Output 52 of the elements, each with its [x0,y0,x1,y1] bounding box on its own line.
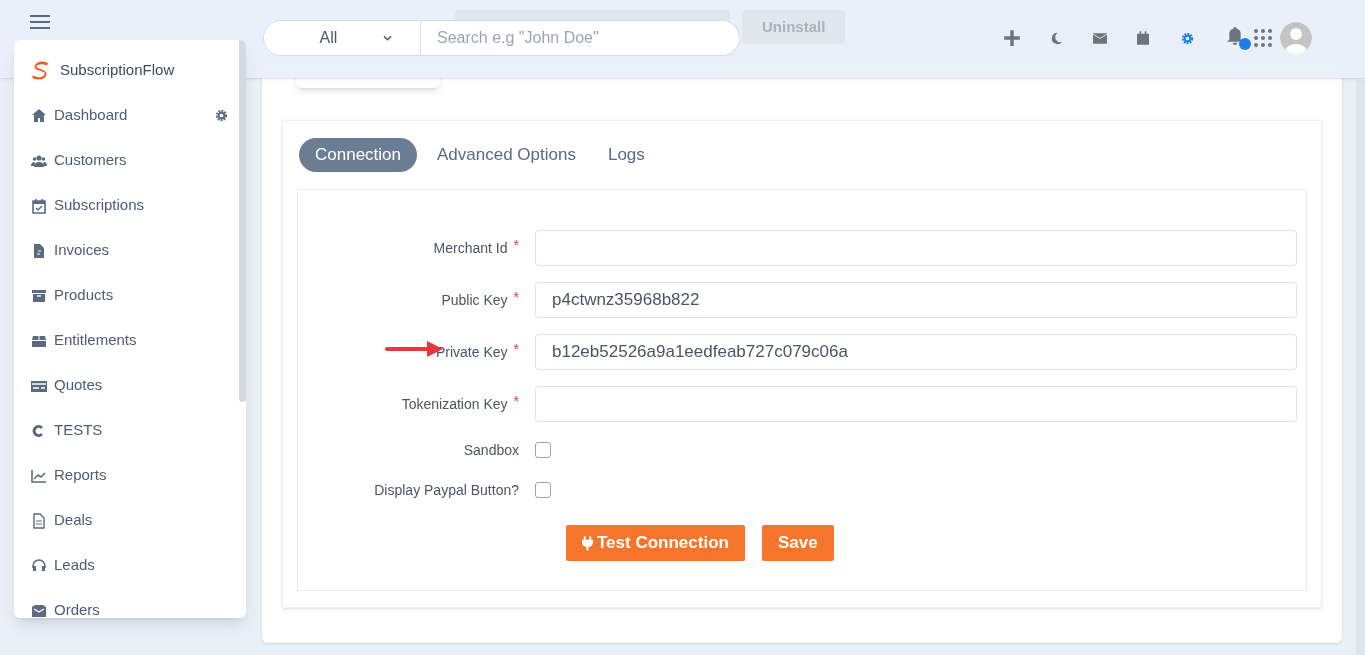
sidebar-item[interactable]: Dashboard [14,93,215,138]
field-label: Public Key [441,290,508,310]
scrollbar-thumb[interactable] [239,40,246,402]
sidebar-item[interactable]: Reports [14,453,228,498]
house-icon [30,107,48,124]
required-asterisk: * [513,341,519,356]
calendar-icon[interactable] [1137,31,1149,45]
calendar-check-icon [30,197,48,214]
tab[interactable]: Connection [299,138,417,172]
line-chart-icon [30,467,48,484]
apps-grid-icon[interactable] [1254,29,1272,47]
checkbox[interactable] [535,442,551,458]
sidebar-item[interactable]: Invoices [14,228,228,273]
sidebar-item[interactable]: Products [14,273,228,318]
field-label: Private Key [435,342,508,362]
tab[interactable]: Advanced Options [425,138,588,172]
brand-name: SubscriptionFlow [60,59,175,80]
archive-box-icon [30,287,48,304]
sidebar-item[interactable]: Orders [14,588,228,618]
envelope-icon[interactable] [1093,32,1107,44]
chevron-down-icon [383,35,393,41]
input-field[interactable]: p4ctwnz35968b822 [535,282,1297,318]
sidebar-item[interactable]: Subscriptions [14,183,228,228]
field-label: Display Paypal Button? [374,480,519,500]
input-field[interactable]: b12eb52526a9a1eedfeab727c079c06a [535,334,1297,370]
gear-icon[interactable] [1181,31,1194,45]
checkbox[interactable] [535,482,551,498]
required-asterisk: * [513,393,519,408]
search-field[interactable]: Search e.g "John Doe" [421,20,740,56]
sidebar-item[interactable]: TESTS [14,408,228,453]
users-icon [30,152,48,169]
bell-icon[interactable] [1226,27,1244,45]
field-label: Tokenization Key [401,394,508,414]
input-field[interactable] [535,230,1297,266]
sidebar-item[interactable]: Customers [14,138,228,183]
sidebar-item[interactable]: Leads [14,543,228,588]
sidebar-item[interactable]: Entitlements [14,318,228,363]
moon-icon[interactable] [1050,31,1063,45]
sidebar-item[interactable]: Quotes [14,363,228,408]
field-label: Sandbox [463,440,519,460]
scope-dropdown[interactable]: All [263,20,421,56]
field-label: Merchant Id [433,238,508,258]
plug-icon [582,535,593,551]
input-field[interactable] [535,386,1297,422]
tab[interactable]: Logs [595,138,657,172]
gear-icon[interactable] [215,109,228,122]
required-asterisk: * [513,289,519,304]
plus-icon[interactable] [1003,29,1021,47]
required-asterisk: * [513,237,519,252]
document-icon [30,512,48,529]
sidebar-item[interactable]: Deals [14,498,228,543]
headset-icon [30,557,48,574]
